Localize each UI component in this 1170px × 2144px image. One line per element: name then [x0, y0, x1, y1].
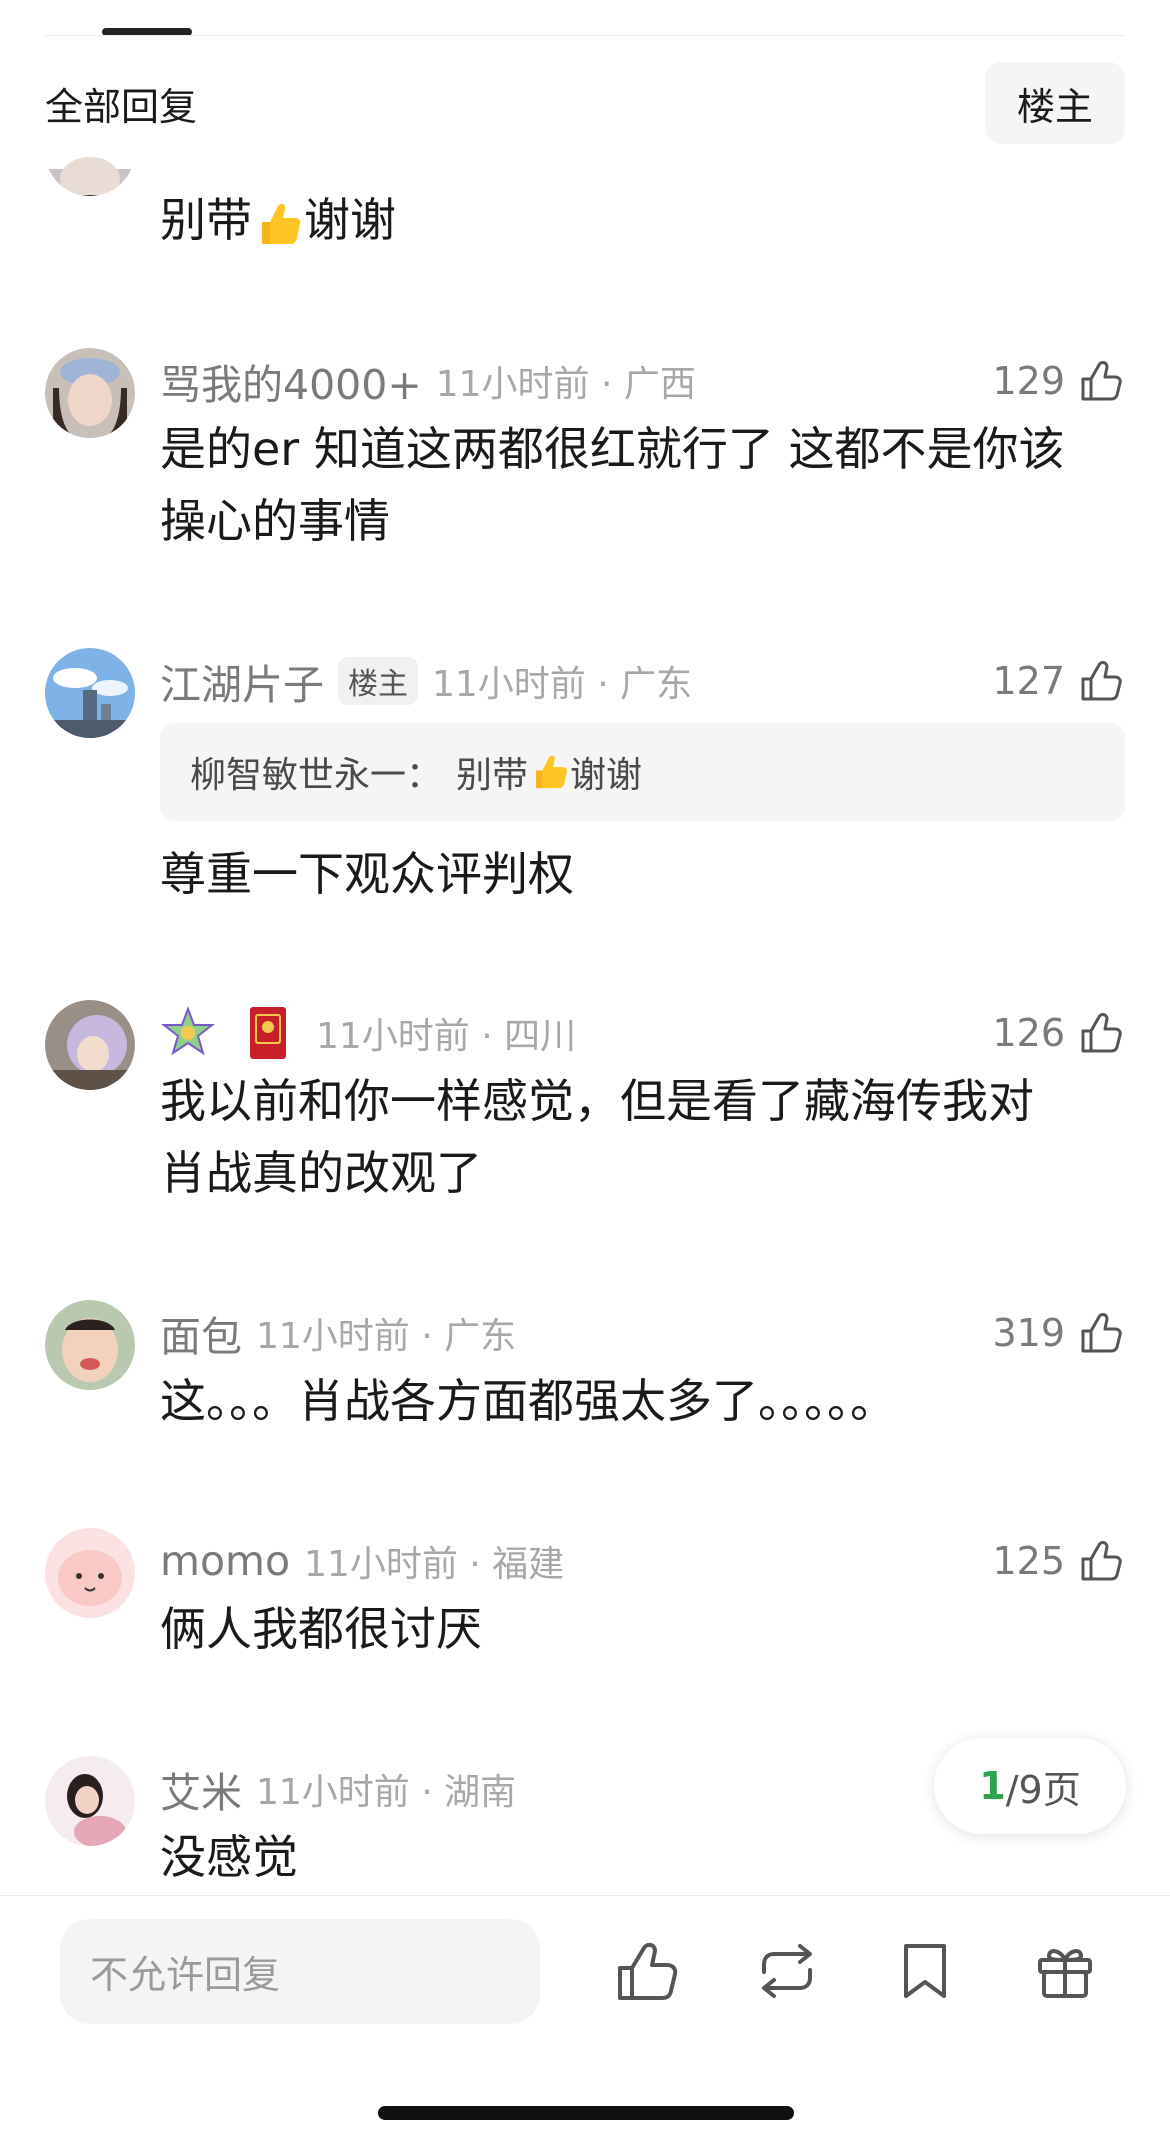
comment-header: 江湖片子 楼主 11小时前 · 广东 127: [160, 653, 1125, 709]
comment-header: momo 11小时前 · 福建 125: [160, 1533, 1125, 1589]
thumbs-up-emoji-icon: [536, 755, 568, 789]
owner-badge: 楼主: [338, 657, 418, 705]
quoted-reply[interactable]: 柳智敏世永一： 别带 谢谢: [160, 723, 1125, 821]
page-indicator[interactable]: 1 /9页: [934, 1738, 1126, 1834]
like-count: 129: [992, 359, 1065, 403]
like-count: 126: [992, 1011, 1065, 1055]
avatar[interactable]: [45, 348, 135, 438]
comment-meta: 11小时前 · 广东: [256, 1316, 517, 1357]
comment-meta: 11小时前 · 湖南: [256, 1772, 517, 1813]
comment-text-line: 是的er 知道这两都很红就行了 这都不是你该: [160, 422, 1065, 476]
avatar[interactable]: [45, 648, 135, 738]
reply-input[interactable]: 不允许回复: [60, 1919, 540, 2024]
comment-meta: 11小时前 · 广东: [432, 664, 693, 705]
avatar[interactable]: [45, 148, 135, 196]
comment-text-line: 我以前和你一样感觉，但是看了藏海传我对: [160, 1074, 1034, 1128]
quote-text: 谢谢: [570, 755, 643, 796]
gift-icon[interactable]: [1030, 1936, 1100, 2006]
header: 全部回复 楼主: [45, 60, 1125, 146]
avatar[interactable]: [45, 1300, 135, 1390]
avatar[interactable]: [45, 1000, 135, 1090]
avatar[interactable]: [45, 1756, 135, 1846]
comment-text-line: 操心的事情: [160, 494, 390, 548]
like-button[interactable]: 129: [992, 357, 1125, 405]
like-count: 127: [992, 659, 1065, 703]
thumb-up-icon[interactable]: [612, 1936, 682, 2006]
username[interactable]: 面包: [160, 1303, 242, 1363]
like-button[interactable]: 125: [992, 1537, 1125, 1585]
comment-text: 尊重一下观众评判权: [160, 847, 574, 901]
thumb-up-icon: [1081, 1541, 1122, 1581]
comment-meta: 11小时前 · 四川: [316, 1016, 577, 1057]
comment-text-line: 肖战真的改观了: [160, 1146, 482, 1200]
home-indicator: [378, 2106, 794, 2120]
comment-header: 面包 11小时前 · 广东 319: [160, 1305, 1125, 1361]
quote-text: 别带: [456, 755, 529, 796]
comment-meta: 11小时前 · 广西: [435, 364, 696, 405]
username[interactable]: 艾米: [160, 1759, 242, 1819]
username[interactable]: 骂我的4000+: [160, 351, 422, 411]
repost-icon[interactable]: [752, 1936, 822, 2006]
comment-text: 是的er 知道这两都很红就行了 这都不是你该 操心的事情: [160, 413, 1125, 557]
username[interactable]: momo: [160, 1537, 290, 1585]
comment-meta: 11小时前 · 福建: [304, 1544, 565, 1585]
comment-text: 这。。。肖战各方面都强太多了。。。。。: [160, 1374, 896, 1428]
thumbs-up-emoji-icon: [262, 203, 301, 244]
bookmark-icon[interactable]: [890, 1936, 960, 2006]
username[interactable]: 江湖片子: [160, 651, 324, 711]
quote-author: 柳智敏世永一：: [190, 755, 443, 796]
thumb-up-icon: [1081, 1013, 1122, 1053]
like-button[interactable]: 126: [992, 1009, 1125, 1057]
like-count: 125: [992, 1539, 1065, 1583]
page-current: 1: [979, 1764, 1006, 1808]
top-divider: [45, 35, 1125, 36]
page-title: 全部回复: [45, 84, 198, 129]
bottom-action-bar: 不允许回复: [0, 1895, 1170, 2144]
like-button[interactable]: 127: [992, 657, 1125, 705]
comment-header: 11小时前 · 四川 126: [160, 1005, 1125, 1061]
owner-filter-button[interactable]: 楼主: [985, 62, 1125, 144]
red-book-badge-icon: [250, 1007, 286, 1059]
comment-text: 我以前和你一样感觉，但是看了藏海传我对 肖战真的改观了: [160, 1065, 1125, 1209]
thumb-up-icon: [1081, 361, 1122, 401]
page-total: /9页: [1005, 1767, 1081, 1812]
comment-text: 别带 谢谢: [160, 184, 1125, 256]
like-count: 319: [992, 1311, 1065, 1355]
star-badge-icon: [161, 1006, 215, 1056]
like-button[interactable]: 319: [992, 1309, 1125, 1357]
thumb-up-icon: [1081, 1313, 1122, 1353]
avatar[interactable]: [45, 1528, 135, 1618]
thumb-up-icon: [1081, 661, 1122, 701]
comment-text: 俩人我都很讨厌: [160, 1602, 482, 1656]
comment-header: 骂我的4000+ 11小时前 · 广西 129: [160, 353, 1125, 409]
